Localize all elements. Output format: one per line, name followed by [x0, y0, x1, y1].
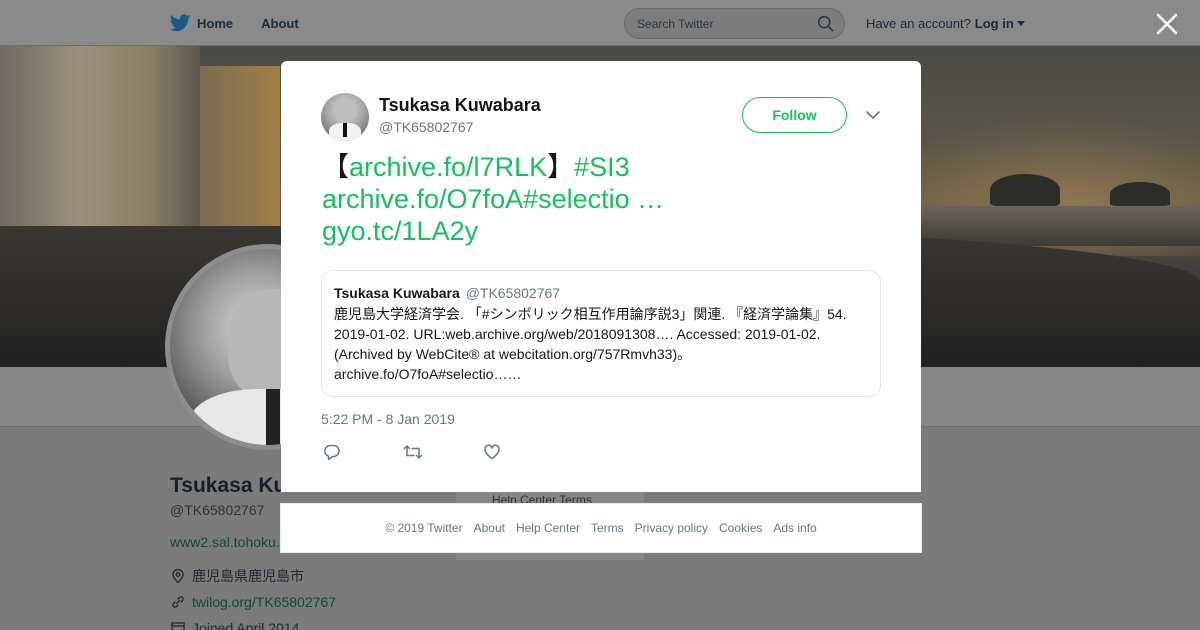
- reply-button[interactable]: [323, 443, 403, 463]
- profile-joined: Joined April 2014: [170, 620, 299, 630]
- reply-icon: [324, 444, 340, 461]
- footer-link-privacy[interactable]: Privacy policy: [635, 521, 708, 535]
- search-input[interactable]: [637, 16, 817, 31]
- login-area: Have an account? Log in: [866, 16, 1025, 31]
- follow-button[interactable]: Follow: [742, 97, 847, 133]
- tweet-author-name[interactable]: Tsukasa Kuwabara: [379, 95, 541, 116]
- footer-link-ads-info[interactable]: Ads info: [773, 521, 816, 535]
- nav-home-label: Home: [197, 15, 234, 31]
- search-box: [624, 8, 845, 39]
- like-button[interactable]: [483, 443, 563, 463]
- bracket-open: 【: [322, 152, 349, 182]
- footer-link-help-center[interactable]: Help Center: [516, 521, 580, 535]
- banner-lighthouse: [0, 46, 200, 256]
- quoted-tweet-line: archive.fo/O7foA#selectio……: [334, 366, 522, 382]
- banner-island-small: [1110, 182, 1170, 206]
- profile-handle: @TK65802767: [170, 502, 265, 518]
- login-link[interactable]: Log in: [975, 16, 1014, 31]
- footer-link-terms[interactable]: Terms: [591, 521, 624, 535]
- profile-joined-text: Joined April 2014: [192, 620, 300, 630]
- tweet-author-handle[interactable]: @TK65802767: [379, 119, 473, 135]
- avatar-face: [335, 99, 355, 123]
- bracket-close: 】: [547, 152, 575, 182]
- avatar-tie: [343, 123, 347, 137]
- footer-link-about[interactable]: About: [474, 521, 505, 535]
- tweet-modal: Tsukasa Kuwabara @TK65802767 Follow 【arc…: [281, 61, 921, 492]
- tweet-link-gyo[interactable]: gyo.tc/1LA2y: [322, 216, 478, 246]
- search-icon[interactable]: [817, 15, 834, 32]
- nav-home[interactable]: Home: [170, 14, 233, 32]
- banner-island: [990, 174, 1060, 206]
- chevron-down-icon[interactable]: [865, 109, 881, 121]
- have-account-text: Have an account?: [866, 16, 971, 31]
- banner-building: [200, 66, 280, 246]
- quoted-tweet-body: 鹿児島大学経済学会. 「#シンボリック相互作用論序説3」関連. 『経済学論集』5…: [334, 304, 868, 384]
- retweet-button[interactable]: [403, 443, 483, 463]
- tweet-link-archive-o7foa[interactable]: archive.fo/O7foA#selectio …: [322, 184, 664, 214]
- quoted-tweet-line: (Archived by WebCite® at webcitation.org…: [334, 346, 692, 362]
- nav-about-label: About: [261, 15, 299, 31]
- quoted-tweet-author-name: Tsukasa Kuwabara: [334, 285, 460, 301]
- tweet-timestamp[interactable]: 5:22 PM - 8 Jan 2019: [321, 411, 455, 427]
- nav-left: Home About: [170, 0, 327, 46]
- profile-link: twilog.org/TK65802767: [170, 594, 336, 610]
- profile-location-text: 鹿児島県鹿児島市: [192, 568, 304, 584]
- profile-link-text[interactable]: twilog.org/TK65802767: [192, 594, 336, 610]
- quoted-tweet-line: 2019-01-02. URL:web.archive.org/web/2018…: [334, 326, 821, 342]
- footer-copyright: © 2019 Twitter: [385, 521, 463, 535]
- retweet-icon: [403, 445, 423, 459]
- tweet-actions: [323, 443, 563, 463]
- quoted-tweet-line: 鹿児島大学経済学会. 「#シンボリック相互作用論序説3」関連. 『経済学論集』5…: [334, 306, 847, 322]
- tweet-author-avatar[interactable]: [321, 93, 369, 141]
- twitter-bird-icon: [170, 14, 191, 32]
- modal-footer: © 2019 Twitter About Help Center Terms P…: [280, 503, 922, 553]
- profile-url[interactable]: www2.sal.tohoku.: [170, 534, 280, 550]
- tweet-link-archive-l7rlk[interactable]: archive.fo/l7RLK: [349, 152, 547, 182]
- caret-down-icon[interactable]: [1016, 21, 1025, 26]
- nav-about[interactable]: About: [261, 16, 299, 31]
- profile-location: 鹿児島県鹿児島市: [170, 566, 304, 586]
- quoted-tweet-author-handle: @TK65802767: [465, 285, 561, 301]
- quoted-tweet[interactable]: Tsukasa Kuwabara @TK65802767 鹿児島大学経済学会. …: [321, 270, 881, 397]
- avatar-tie: [266, 389, 280, 445]
- top-navigation: Home About Have an account? Log in: [0, 0, 1200, 46]
- calendar-icon: [171, 622, 185, 630]
- footer-link-cookies[interactable]: Cookies: [719, 521, 762, 535]
- quoted-tweet-header: Tsukasa Kuwabara @TK65802767: [334, 284, 868, 302]
- like-icon: [484, 444, 500, 460]
- tweet-hashtag-si3[interactable]: #SI3: [574, 152, 630, 182]
- tweet-text: 【archive.fo/l7RLK】#SI3 archive.fo/O7foA#…: [322, 151, 882, 247]
- link-icon: [172, 596, 184, 608]
- close-icon[interactable]: [1154, 11, 1180, 37]
- location-icon: [172, 568, 184, 584]
